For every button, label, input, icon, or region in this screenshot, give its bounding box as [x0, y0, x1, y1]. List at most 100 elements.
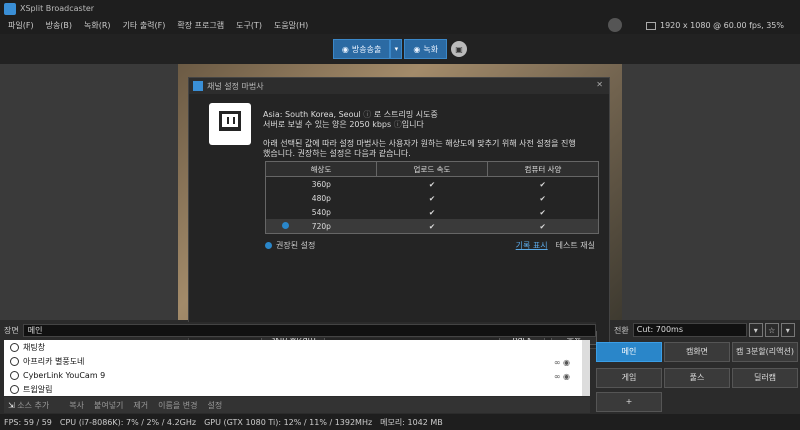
globe-icon: [10, 342, 19, 352]
copy-button[interactable]: 복사: [69, 400, 84, 411]
check-icon: ✔: [539, 179, 546, 189]
list-item[interactable]: 채팅창: [4, 340, 590, 354]
xsplit-logo-icon: [193, 81, 203, 91]
recommended-label: 권장된 설정: [276, 241, 316, 250]
menu-broadcast[interactable]: 방송(B): [46, 20, 72, 31]
dialog-title-bar: 채널 설정 마법사 ✕: [189, 78, 609, 94]
paste-button[interactable]: 붙여넣기: [94, 400, 123, 411]
source-toolbar: ⇲ 소스 추가 복사 붙여넣기 제거 이름을 변경 설정: [4, 397, 590, 413]
link-eye-icon[interactable]: ∞ ◉: [554, 358, 570, 367]
info-icon[interactable]: ⓘ: [363, 110, 371, 119]
scene-button-cam3[interactable]: 캠 3분할(리액션): [732, 342, 798, 362]
globe-icon: [10, 384, 19, 394]
menu-tools[interactable]: 도구(T): [236, 20, 262, 31]
close-icon[interactable]: ✕: [596, 80, 603, 89]
recommended-dot-icon: [282, 222, 289, 229]
resolution-text: 1920 x 1080 @ 60.00 fps, 35%: [660, 21, 784, 30]
scene-grid: 메인 캠화면 캠 3분할(리액션) 게임 풀스 딜러캠 +: [596, 342, 800, 414]
source-label: 트윕알림: [23, 384, 53, 394]
menu-extensions[interactable]: 확장 프로그램: [177, 20, 224, 31]
table-row[interactable]: 360p ✔ ✔: [266, 177, 598, 191]
star-icon[interactable]: ☆: [764, 323, 779, 337]
fps-status: FPS: 59 / 59: [4, 417, 52, 427]
show-log-link[interactable]: 기록 표시: [516, 240, 548, 251]
server-name: Asia: South Korea, Seoul: [263, 110, 361, 119]
scene-button-full[interactable]: 풀스: [664, 368, 730, 388]
res-cell: 480p: [311, 193, 331, 203]
dialog-title: 채널 설정 마법사: [207, 81, 264, 91]
gpu-status: GPU (GTX 1080 Ti): 12% / 11% / 1392MHz: [204, 417, 373, 427]
scene-bar: 장면 메인: [0, 322, 596, 338]
title-bar: XSplit Broadcaster: [0, 0, 800, 17]
table-header: 해상도 업로드 속도 컴퓨터 사양: [266, 162, 598, 177]
dialog-message: Asia: South Korea, Seoul ⓘ 로 스트리밍 시도중 서버…: [263, 110, 576, 159]
chevron-down-icon[interactable]: ▾: [748, 323, 763, 337]
source-label: 채팅창: [23, 342, 46, 352]
camera-icon[interactable]: ▣: [451, 41, 468, 57]
dialog-links: 기록 표시 테스트 재실: [516, 240, 595, 251]
source-label: 아프리카 별풍도네: [23, 356, 85, 366]
cpu-status: CPU (i7-8086K): 7% / 2% / 4.2GHz: [59, 417, 197, 427]
broadcast-label: 방송송출: [351, 44, 382, 54]
res-cell: 360p: [311, 179, 331, 189]
toolbar: ◉ 방송송출 ▾ ◉ 녹화 ▣: [0, 34, 800, 64]
list-item[interactable]: 아프리카 별풍도네 ∞ ◉: [4, 354, 590, 368]
transition-select[interactable]: Cut: 700ms: [632, 323, 747, 337]
monitor-icon: [646, 21, 656, 30]
app-title: XSplit Broadcaster: [20, 4, 95, 13]
table-row[interactable]: 540p ✔ ✔: [266, 205, 598, 219]
scene-label: 장면: [4, 325, 19, 335]
table-row[interactable]: 480p ✔ ✔: [266, 191, 598, 205]
xsplit-logo-icon: [4, 2, 16, 15]
check-icon: ✔: [428, 207, 436, 217]
webcam-icon: [10, 370, 19, 380]
scene-button-dealer[interactable]: 딜러캠: [732, 368, 798, 388]
scene-button-cam[interactable]: 캠화면: [664, 342, 730, 362]
share-icon[interactable]: [608, 18, 622, 32]
add-scene-button[interactable]: +: [596, 392, 662, 412]
add-source-button[interactable]: ⇲ 소스 추가: [8, 400, 59, 411]
delete-button[interactable]: 제거: [133, 400, 148, 411]
resolution-info[interactable]: 1920 x 1080 @ 60.00 fps, 35%: [646, 21, 796, 30]
list-item[interactable]: 트윕알림: [4, 382, 590, 396]
scene-name-input[interactable]: 메인: [22, 323, 596, 337]
check-icon: ✔: [428, 221, 436, 231]
broadcast-button[interactable]: ◉ 방송송출: [332, 39, 391, 59]
resolution-table: 해상도 업로드 속도 컴퓨터 사양 360p ✔ ✔ 480p ✔ ✔ 540p ✔ ✔ 7…: [265, 161, 599, 234]
menu-other-output[interactable]: 기타 출력(F): [123, 20, 166, 31]
memory-status: 메모리: 1042 MB: [380, 417, 443, 427]
info-icon[interactable]: ⓘ: [394, 120, 402, 129]
scene-button-main[interactable]: 메인: [596, 342, 662, 362]
check-icon: ✔: [539, 207, 546, 217]
scrollbar[interactable]: [582, 340, 590, 396]
menu-file[interactable]: 파일(F): [8, 20, 34, 31]
record-label: 녹화: [423, 44, 439, 54]
retest-button[interactable]: 테스트 재실: [556, 240, 595, 251]
chevron-down-icon[interactable]: ▾: [780, 323, 795, 337]
table-row-selected[interactable]: 720p ✔ ✔: [266, 219, 598, 233]
header-pc: 컴퓨터 사양: [524, 164, 562, 174]
record-icon: ◉: [413, 44, 421, 54]
check-icon: ✔: [428, 179, 436, 189]
rename-button[interactable]: 이름을 변경: [158, 400, 197, 411]
twitch-logo-icon: [209, 103, 251, 145]
menu-help[interactable]: 도움말(H): [274, 20, 308, 31]
header-upload: 업로드 속도: [377, 162, 488, 176]
menu-bar: 파일(F) 방송(B) 녹화(R) 기타 출력(F) 확장 프로그램 도구(T)…: [0, 17, 800, 34]
link-eye-icon[interactable]: ∞ ◉: [554, 372, 570, 381]
scene-button-game[interactable]: 게임: [596, 368, 662, 388]
add-source-label: 소스 추가: [17, 400, 50, 410]
res-cell: 540p: [311, 207, 331, 217]
menu-record[interactable]: 녹화(R): [84, 20, 111, 31]
record-button[interactable]: ◉ 녹화: [404, 39, 448, 59]
settings-button[interactable]: 설정: [208, 400, 223, 411]
channel-setup-dialog: 채널 설정 마법사 ✕ Asia: South Korea, Seoul ⓘ 로…: [188, 77, 610, 349]
msg-line3: 아래 선택된 값에 따라 설정 마법사는 사용자가 원하는 해상도에 맞추기 위…: [263, 139, 576, 148]
broadcast-dropdown[interactable]: ▾: [390, 39, 403, 59]
bandwidth-text: 서버로 보낼 수 있는 양은 2050 kbps: [263, 120, 392, 129]
transition-label: 전환: [614, 325, 629, 335]
msg-line4: 했습니다. 권장하는 설정은 다음과 같습니다.: [263, 149, 411, 158]
header-resolution: 해상도: [266, 162, 377, 176]
list-item[interactable]: CyberLink YouCam 9 ∞ ◉: [4, 368, 590, 382]
check-icon: ✔: [539, 221, 546, 231]
